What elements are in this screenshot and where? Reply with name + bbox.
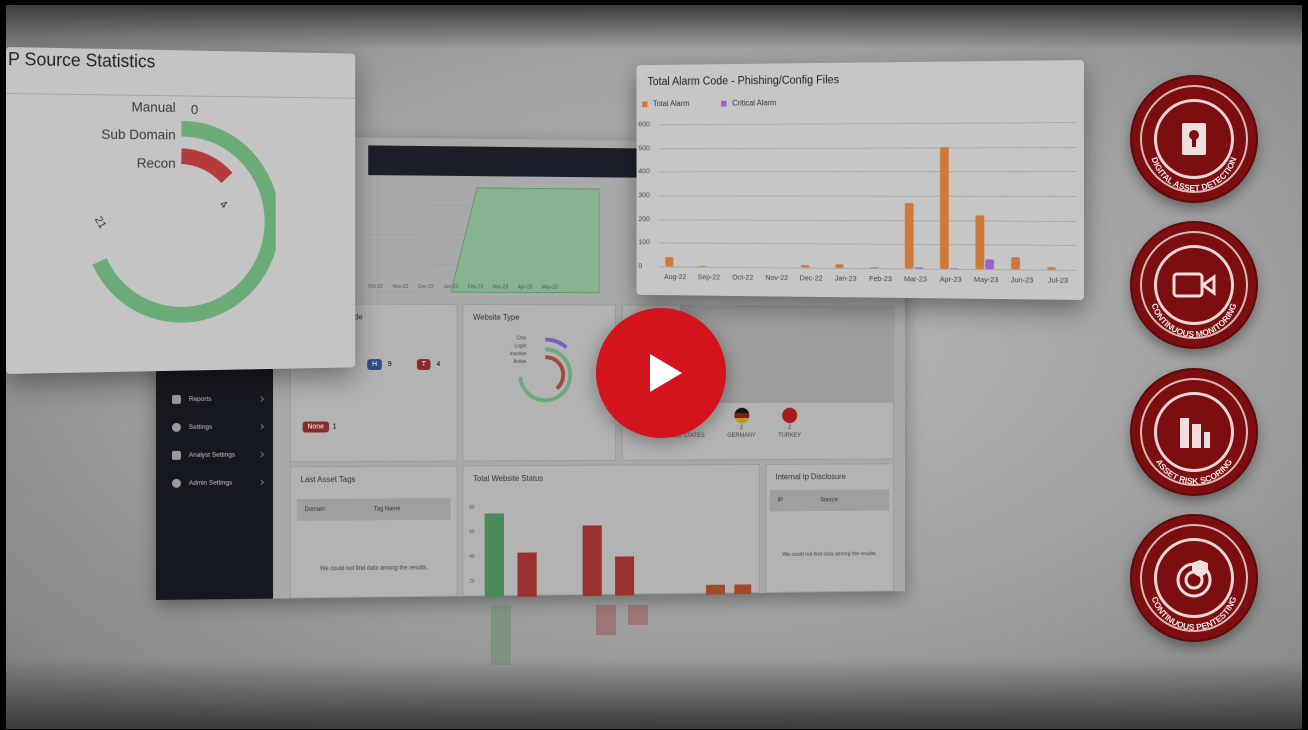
last-asset-tags-title: Last Asset Tags [300, 474, 356, 485]
website-type-rings [507, 330, 584, 418]
floor-reflection [166, 605, 936, 665]
bar-total-alarm [835, 264, 844, 268]
chevron-right-icon [258, 479, 264, 486]
status-bar [582, 525, 602, 597]
bar-total-alarm [940, 147, 949, 269]
chevron-right-icon [258, 423, 264, 430]
website-type-title: Website Type [473, 312, 520, 322]
website-status-bars [484, 504, 752, 598]
bar-total-alarm [1047, 267, 1056, 270]
tag-badge[interactable]: T [416, 359, 431, 370]
bar-critical-alarm [914, 267, 924, 269]
report-icon [171, 394, 181, 404]
ip-source-statistics-panel: P Source Statistics Manual 0 Sub Domain … [6, 47, 356, 374]
status-bar [734, 584, 752, 595]
top-shade [6, 5, 1302, 49]
badge-continuous-pentesting[interactable]: CONTINUOUS PENTESTING [1132, 516, 1256, 640]
analyst-icon [171, 450, 181, 460]
empty-state-text: We could not find data among the results… [319, 565, 428, 573]
label-manual: Manual [131, 98, 176, 115]
sidebar: Reports Settings Analyst Settings Admin … [156, 345, 274, 600]
svg-text:DIGITAL ASSET DETECTION: DIGITAL ASSET DETECTION [1149, 156, 1238, 193]
play-icon [650, 354, 682, 392]
bottom-shade [6, 659, 1302, 729]
gear-icon [171, 422, 181, 432]
status-bar [484, 513, 504, 598]
sidebar-item-reports[interactable]: Reports [156, 385, 273, 413]
tag-badge[interactable]: None [302, 421, 329, 433]
badge-continuous-monitoring[interactable]: CONTINUOUS MONITORING [1132, 223, 1256, 347]
bar-total-alarm [975, 215, 985, 270]
bar-total-alarm [1011, 257, 1020, 270]
total-website-status-title: Total Website Status [473, 473, 544, 484]
tag-count: 4 [436, 361, 441, 368]
bar-critical-alarm [949, 268, 959, 269]
internal-ip-card: Internal Ip Disclosure IP Source We coul… [765, 463, 894, 593]
manual-value: 0 [190, 101, 199, 118]
chevron-right-icon [258, 451, 264, 458]
flag-germany: 2 GERMANY [727, 407, 756, 439]
status-bar [517, 552, 537, 597]
tag-badge[interactable]: H [367, 359, 382, 370]
svg-text:4: 4 [218, 198, 230, 211]
badge-asset-risk-scoring[interactable]: ASSET RISK SCORING [1132, 370, 1256, 494]
alarm-chart-panel: Total Alarm Code - Phishing/Config Files… [636, 60, 1084, 300]
bar-total-alarm [698, 265, 707, 267]
status-bar [615, 556, 635, 596]
bar-total-alarm [665, 256, 674, 267]
svg-text:21: 21 [92, 214, 108, 230]
video-thumbnail: Oct-22 Nov-22 Dec-22 Jan-23 Feb-23 Mar-23 A… [6, 5, 1302, 729]
sidebar-item-analyst-settings[interactable]: Analyst Settings [156, 441, 273, 469]
website-type-card: Website Type Cms Login Inactive Active [462, 303, 617, 462]
sidebar-item-settings[interactable]: Settings [156, 413, 273, 441]
total-website-status-card: Total Website Status 80 60 40 20 [462, 463, 760, 598]
bar-total-alarm [904, 202, 914, 269]
col-tag-name: Tag Name [373, 506, 401, 513]
col-ip: IP [777, 497, 783, 504]
internal-ip-title: Internal Ip Disclosure [775, 472, 846, 482]
col-source: Source [820, 497, 838, 504]
tag-count: 1 [332, 423, 337, 431]
chevron-right-icon [258, 396, 264, 402]
badge-digital-asset-detection[interactable]: DIGITAL ASSET DETECTION [1132, 77, 1256, 201]
bar-total-alarm [869, 267, 879, 269]
status-bar [706, 584, 725, 595]
alarm-bars [665, 147, 1056, 270]
panel-title: P Source Statistics [7, 49, 156, 72]
bar-total-alarm [800, 265, 810, 268]
col-domain: Domain [304, 506, 325, 513]
svg-text:ASSET RISK SCORING: ASSET RISK SCORING [1154, 457, 1235, 486]
admin-gear-icon [171, 478, 181, 488]
empty-state-text: We could not find data among the results… [782, 551, 877, 558]
svg-text:CONTINUOUS MONITORING: CONTINUOUS MONITORING [1150, 301, 1239, 339]
tag-count: 9 [387, 361, 392, 368]
flag-turkey: 2 TURKEY [778, 407, 801, 439]
play-button[interactable] [596, 308, 726, 438]
ip-source-donut: 4 21 [85, 118, 276, 346]
sidebar-item-admin-settings[interactable]: Admin Settings [156, 468, 273, 497]
last-asset-tags-card: Last Asset Tags Domain Tag Name We could… [289, 465, 458, 599]
bar-critical-alarm [985, 259, 995, 270]
svg-text:CONTINUOUS PENTESTING: CONTINUOUS PENTESTING [1150, 595, 1239, 632]
